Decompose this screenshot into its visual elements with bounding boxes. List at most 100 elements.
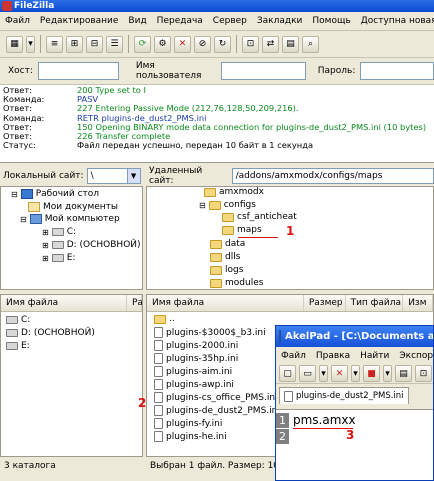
user-input[interactable] <box>221 62 306 80</box>
new-file-icon[interactable]: ▢ <box>279 365 296 382</box>
drive-icon <box>51 228 64 236</box>
list-item-selected[interactable]: plugins-de_dust2_PMS.ini <box>154 405 280 416</box>
folder-icon <box>210 239 222 249</box>
list-item[interactable]: E: <box>6 341 30 351</box>
list-item[interactable]: plugins-cs_office_PMS.ini <box>154 392 278 403</box>
dropdown-arrow-icon[interactable]: ▾ <box>383 365 392 382</box>
tab-document[interactable]: plugins-de_dust2_PMS.ini <box>279 387 409 404</box>
list-item[interactable]: C: <box>6 315 30 325</box>
dropdown-arrow-icon[interactable]: ▾ <box>319 365 328 382</box>
list-item[interactable]: plugins-$3000$_b3.ini <box>154 327 266 338</box>
list-item-label: D: (ОСНОВНОЙ) <box>21 328 95 338</box>
local-column-header: Имя файла Ра <box>1 295 142 312</box>
dropdown-arrow-icon[interactable]: ▾ <box>26 35 35 53</box>
reconnect-icon[interactable]: ↻ <box>214 35 231 53</box>
local-site-header: Локальный сайт: \ ▼ <box>0 166 143 186</box>
akelpad-menu-file[interactable]: Файл <box>276 351 311 361</box>
local-path-combo[interactable]: \ ▼ <box>86 168 141 184</box>
tree-item-maps[interactable]: maps <box>222 225 262 235</box>
refresh-icon[interactable]: ⟳ <box>134 35 151 53</box>
menu-edit[interactable]: Редактирование <box>35 16 124 26</box>
list-item[interactable]: .. <box>154 314 175 324</box>
column-type[interactable]: Тип файла <box>346 295 404 311</box>
log-toggle-icon[interactable]: ≡ <box>46 35 63 53</box>
menu-new-version[interactable]: Доступна новая версия! <box>356 16 434 26</box>
akelpad-editor[interactable]: 1 pms.amxx 2 3 <box>276 409 433 480</box>
akelpad-menu-export[interactable]: Экспорт <box>394 351 433 361</box>
tree-item-data[interactable]: data <box>210 239 245 249</box>
column-filename[interactable]: Имя файла <box>147 295 304 311</box>
tree-item-amxmodx[interactable]: amxmodx <box>204 187 264 197</box>
menu-view[interactable]: Вид <box>123 16 151 26</box>
akelpad-title-bar[interactable]: AkelPad - [C:\Documents a <box>276 326 433 347</box>
list-item[interactable]: plugins-35hp.ini <box>154 353 238 364</box>
menu-bookmarks[interactable]: Закладки <box>252 16 308 26</box>
dropdown-arrow-icon[interactable]: ▾ <box>351 365 360 382</box>
close-icon[interactable]: ✕ <box>331 365 348 382</box>
tree-label: Рабочий стол <box>35 189 100 199</box>
filter-icon[interactable]: ▤ <box>282 35 299 53</box>
menu-transfer[interactable]: Передача <box>152 16 208 26</box>
open-folder-icon[interactable]: ▭ <box>299 365 316 382</box>
tree-item-my-computer[interactable]: ⊟ Мой компьютер <box>20 214 120 224</box>
print-preview-icon[interactable]: ⊡ <box>415 365 432 382</box>
folder-icon <box>210 252 222 262</box>
akelpad-window: AkelPad - [C:\Documents a Файл Правка На… <box>275 325 434 481</box>
list-item[interactable]: plugins-he.ini <box>154 431 227 442</box>
menu-file[interactable]: Файл <box>0 16 35 26</box>
list-item[interactable]: plugins-fy.ini <box>154 418 222 429</box>
line-number: 1 <box>276 413 289 428</box>
chevron-down-icon[interactable]: ▼ <box>126 169 140 183</box>
save-icon[interactable]: ■ <box>363 365 380 382</box>
annotation-1: 1 <box>286 224 295 238</box>
process-queue-icon[interactable]: ⚙ <box>154 35 171 53</box>
akelpad-menu-bar: Файл Правка Найти Экспорт <box>276 347 433 364</box>
tree-item-dlls[interactable]: dlls <box>210 252 240 262</box>
list-item[interactable]: plugins-awp.ini <box>154 379 234 390</box>
queue-icon[interactable]: ☰ <box>106 35 123 53</box>
separator <box>128 35 129 53</box>
line-text[interactable]: pms.amxx <box>293 413 356 428</box>
tree-item-drive-d[interactable]: ⊞ D: (ОСНОВНОЙ) <box>42 240 141 250</box>
annotation-underline <box>238 237 278 238</box>
tree-label: C: <box>66 227 77 237</box>
tab-label: plugins-de_dust2_PMS.ini <box>296 391 404 401</box>
toolbar: ▦ ▾ ≡ ⊞ ⊟ ☰ ⟳ ⚙ ✕ ⊘ ↻ ⊡ ⇄ ▤ ⌕ <box>0 31 434 58</box>
tree-item-csf-anticheat[interactable]: csf_anticheat <box>222 212 297 222</box>
tree-toggle-icon[interactable]: ⊞ <box>66 35 83 53</box>
compare-icon[interactable]: ⊡ <box>242 35 259 53</box>
column-modified[interactable]: Изм <box>403 295 433 311</box>
tree-item-modules[interactable]: modules <box>210 278 263 288</box>
tree-item-logs[interactable]: logs <box>210 265 243 275</box>
menu-help[interactable]: Помощь <box>307 16 355 26</box>
tree-label: D: (ОСНОВНОЙ) <box>66 240 141 250</box>
print-icon[interactable]: ▤ <box>395 365 412 382</box>
local-site-label: Локальный сайт: <box>3 171 84 181</box>
site-manager-icon[interactable]: ▦ <box>6 35 23 53</box>
list-item[interactable]: plugins-aim.ini <box>154 366 232 377</box>
tree-item-desktop[interactable]: ⊟ Рабочий стол <box>11 189 99 199</box>
cancel-icon[interactable]: ✕ <box>174 35 191 53</box>
column-size[interactable]: Размер <box>304 295 346 311</box>
menu-server[interactable]: Сервер <box>208 16 252 26</box>
disconnect-icon[interactable]: ⊘ <box>194 35 211 53</box>
file-icon <box>154 405 163 416</box>
remote-path-combo[interactable]: /addons/amxmodx/configs/maps <box>231 168 434 184</box>
sync-browse-icon[interactable]: ⇄ <box>262 35 279 53</box>
column-filename[interactable]: Имя файла <box>1 295 127 311</box>
column-size[interactable]: Ра <box>127 295 142 311</box>
tree-item-drive-c[interactable]: ⊞ C: <box>42 227 76 237</box>
tree-item-documents[interactable]: Мои документы <box>28 202 118 212</box>
tree-item-drive-e[interactable]: ⊞ E: <box>42 253 75 263</box>
tree-item-configs[interactable]: ⊟ configs <box>199 200 256 210</box>
akelpad-menu-find[interactable]: Найти <box>355 351 394 361</box>
tree-label: Мои документы <box>43 202 119 212</box>
annotation-underline <box>293 428 353 429</box>
search-icon[interactable]: ⌕ <box>302 35 319 53</box>
list-item[interactable]: plugins-2000.ini <box>154 340 238 351</box>
akelpad-menu-edit[interactable]: Правка <box>311 351 355 361</box>
pass-input[interactable] <box>360 62 434 80</box>
remote-tree-icon[interactable]: ⊟ <box>86 35 103 53</box>
list-item[interactable]: D: (ОСНОВНОЙ) <box>6 328 95 338</box>
host-input[interactable] <box>37 62 119 80</box>
